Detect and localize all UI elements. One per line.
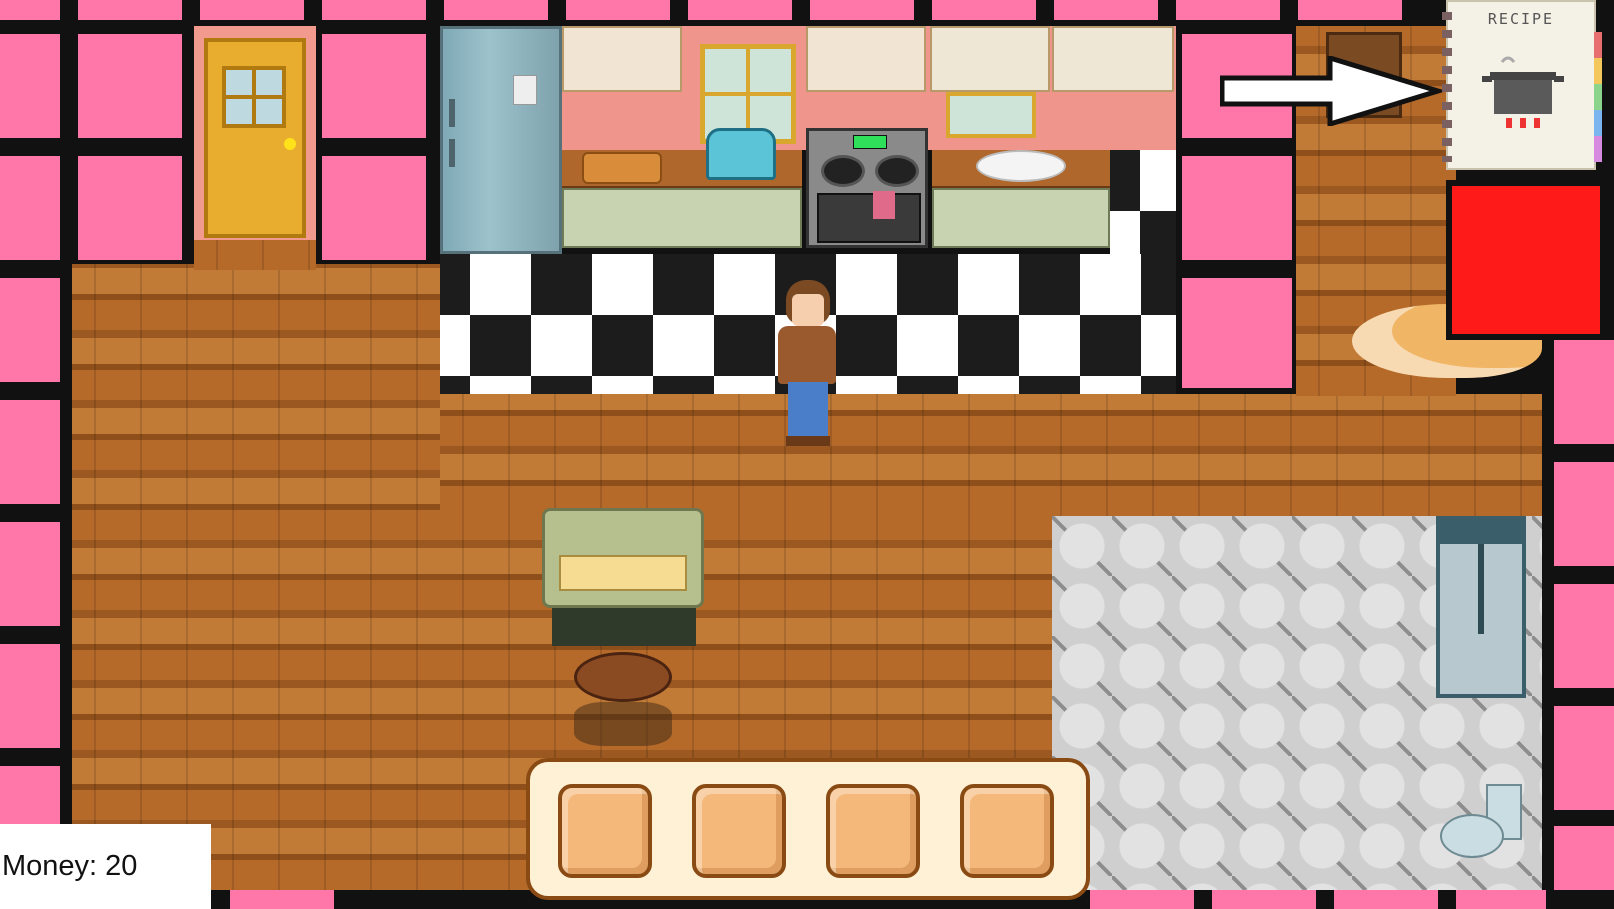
inventory-slot[interactable] [558,784,652,878]
stove-display [853,135,887,149]
player-jeans [788,382,828,438]
fridge-handle [449,99,455,127]
inventory-bar [526,758,1090,900]
upper-cabinet-glass[interactable] [930,26,1050,92]
upper-cabinet[interactable] [806,26,926,92]
refrigerator[interactable] [440,26,562,254]
shower-faucet [1478,544,1484,634]
shower-head [1440,520,1522,544]
wood-floor [72,264,440,890]
recipe-book-spiral [1442,12,1452,162]
fridge-handle [449,139,455,167]
bread-loaf[interactable] [582,152,662,184]
front-door[interactable] [204,38,306,238]
couch-shadow [552,608,696,646]
player-shoes [786,436,830,446]
door-window [222,66,286,128]
recipe-book-title: RECIPE [1487,10,1555,28]
toilet[interactable] [1440,784,1522,862]
inventory-slot[interactable] [692,784,786,878]
toilet-bowl [1440,814,1504,858]
wood-floor [440,394,1542,516]
shower[interactable] [1436,516,1526,698]
lower-cabinet[interactable] [562,188,802,248]
lower-drawers[interactable] [932,188,1110,248]
arrow-right-icon [1220,56,1444,126]
stand-mixer[interactable] [706,128,776,180]
oven-door[interactable] [817,193,921,243]
fridge-note [513,75,537,105]
oven-towel [873,191,895,219]
upper-cabinet-glass[interactable] [1052,26,1174,92]
door-knob [284,138,296,150]
couch[interactable] [542,508,704,608]
money-counter: Money: 20 [0,824,211,909]
stove[interactable] [806,128,928,248]
recipe-book-button[interactable]: RECIPE [1442,0,1602,170]
inventory-slot[interactable] [960,784,1054,878]
burner[interactable] [821,155,865,187]
burner[interactable] [875,155,919,187]
upper-cabinet[interactable] [562,26,682,92]
red-indicator-box[interactable] [1446,180,1606,340]
kitchen-window-small [946,92,1036,138]
cooking-pot-icon [1482,56,1564,128]
wood-floor [194,240,316,270]
player-character [772,280,842,450]
kitchen-checker-floor [1110,150,1176,254]
player-shirt [778,326,836,384]
player-face [792,294,824,326]
inventory-slot[interactable] [826,784,920,878]
couch-cushion [559,555,687,591]
coffee-table[interactable] [574,652,672,702]
plate[interactable] [976,150,1066,182]
table-shadow [574,702,672,746]
recipe-book-tabs [1594,32,1602,162]
